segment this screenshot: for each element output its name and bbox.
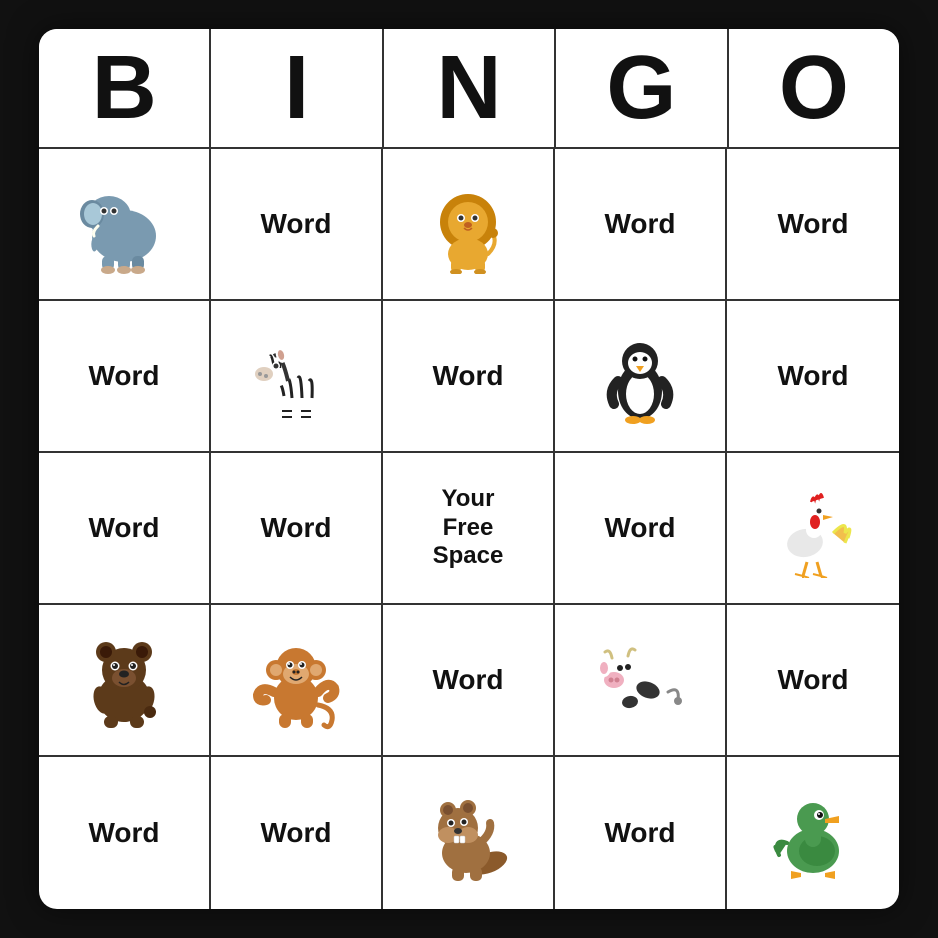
bingo-cell-14[interactable] [727, 453, 899, 605]
animal-monkey [241, 625, 351, 735]
bingo-cell-1[interactable]: Word [211, 149, 383, 301]
word-label-21: Word [260, 816, 331, 850]
bingo-cell-6[interactable] [211, 301, 383, 453]
header-i: I [211, 29, 383, 147]
animal-duck [758, 778, 868, 888]
header-g: G [556, 29, 728, 147]
word-label-20: Word [88, 816, 159, 850]
bingo-cell-18[interactable] [555, 605, 727, 757]
bingo-cell-16[interactable] [211, 605, 383, 757]
word-label-7: Word [432, 359, 503, 393]
bingo-cell-22[interactable] [383, 757, 555, 909]
animal-beaver [413, 778, 523, 888]
bingo-grid: Word Word Word Word [39, 149, 899, 909]
bingo-cell-17[interactable]: Word [383, 605, 555, 757]
word-label-23: Word [604, 816, 675, 850]
bingo-cell-20[interactable]: Word [39, 757, 211, 909]
bingo-cell-3[interactable]: Word [555, 149, 727, 301]
word-label-19: Word [777, 663, 848, 697]
animal-cow [585, 625, 695, 735]
bingo-cell-15[interactable] [39, 605, 211, 757]
word-label-1: Word [260, 207, 331, 241]
word-label-10: Word [88, 511, 159, 545]
bingo-cell-12[interactable]: YourFreeSpace [383, 453, 555, 605]
bingo-cell-2[interactable] [383, 149, 555, 301]
animal-rooster [758, 473, 868, 583]
header-n: N [384, 29, 556, 147]
animal-bear [69, 625, 179, 735]
bingo-cell-11[interactable]: Word [211, 453, 383, 605]
word-label-11: Word [260, 511, 331, 545]
header-o: O [729, 29, 899, 147]
bingo-cell-9[interactable]: Word [727, 301, 899, 453]
bingo-cell-7[interactable]: Word [383, 301, 555, 453]
word-label-9: Word [777, 359, 848, 393]
bingo-cell-8[interactable] [555, 301, 727, 453]
bingo-cell-5[interactable]: Word [39, 301, 211, 453]
bingo-cell-13[interactable]: Word [555, 453, 727, 605]
bingo-card: B I N G O Word [39, 29, 899, 909]
bingo-cell-19[interactable]: Word [727, 605, 899, 757]
animal-elephant [69, 169, 179, 279]
word-label-3: Word [604, 207, 675, 241]
free-space-label: YourFreeSpace [433, 485, 504, 571]
animal-penguin [585, 321, 695, 431]
word-label-4: Word [777, 207, 848, 241]
bingo-cell-0[interactable] [39, 149, 211, 301]
animal-lion [413, 169, 523, 279]
word-label-5: Word [88, 359, 159, 393]
bingo-header: B I N G O [39, 29, 899, 149]
word-label-13: Word [604, 511, 675, 545]
bingo-cell-21[interactable]: Word [211, 757, 383, 909]
animal-zebra [241, 321, 351, 431]
bingo-cell-24[interactable] [727, 757, 899, 909]
word-label-17: Word [432, 663, 503, 697]
bingo-cell-10[interactable]: Word [39, 453, 211, 605]
header-b: B [39, 29, 211, 147]
bingo-cell-4[interactable]: Word [727, 149, 899, 301]
bingo-cell-23[interactable]: Word [555, 757, 727, 909]
